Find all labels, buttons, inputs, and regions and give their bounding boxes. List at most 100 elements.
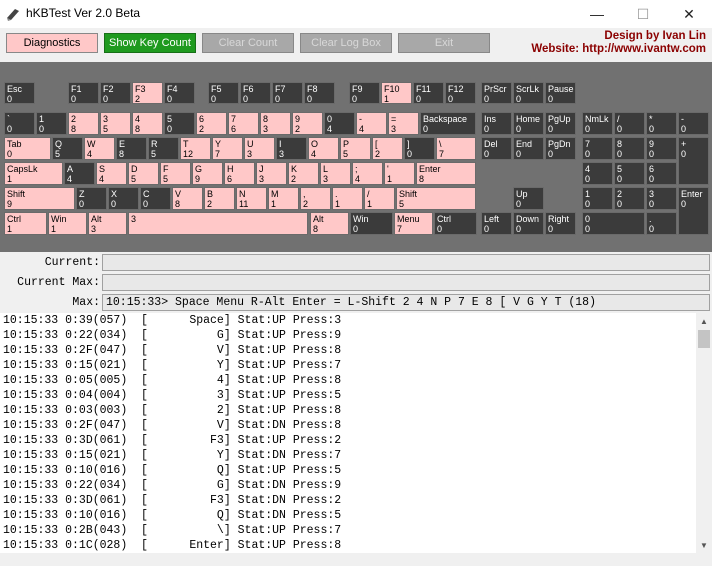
key-count: 0 <box>516 149 522 159</box>
key-f3: F3 2 <box>132 82 163 104</box>
key-9: 90 <box>646 137 677 160</box>
key-label: 2 <box>71 114 77 124</box>
key-label: K <box>291 164 298 174</box>
key-count: 5 <box>55 149 61 159</box>
key-count: 5 <box>131 174 137 184</box>
key-l: L3 <box>320 162 351 185</box>
key-label: R <box>151 139 158 149</box>
key-f6: F6 0 <box>240 82 271 104</box>
keyboard-panel: Esc 0 F1 0 F2 0 F3 2 F4 0 F5 0 F6 0 F7 0 F8 0 F9 0 F10 1 F11 0 F… <box>0 62 712 252</box>
key-label: N <box>239 189 246 199</box>
key-3: 30 <box>646 187 677 210</box>
key-label: Y <box>215 139 222 149</box>
key-label: F11 <box>416 84 431 94</box>
key-pgdn: PgDn 0 <box>545 137 576 160</box>
key-symbol: .1 <box>332 187 363 210</box>
key-count: 1 <box>367 199 373 209</box>
key-label: 4 <box>135 114 141 124</box>
key-symbol: ; 4 <box>352 162 383 185</box>
log-line: 10:15:33 0:3D(061) [ F3] Stat:DN Press:2 <box>3 494 342 507</box>
key-count: 0 <box>7 124 13 134</box>
key-count: 5 <box>399 199 405 209</box>
key-count: 1 <box>271 199 277 209</box>
key-label: F2 <box>103 84 114 94</box>
key-ins: Ins 0 <box>481 112 512 135</box>
key-count: 0 <box>548 149 554 159</box>
key-label: Tab <box>7 139 22 149</box>
key-f10: F10 1 <box>381 82 412 104</box>
key-label: F3 <box>135 84 146 94</box>
key-count: 4 <box>87 149 93 159</box>
key-symbol: ] 0 <box>404 137 435 160</box>
key-count: 1 <box>51 224 57 234</box>
current-label: Current: <box>44 256 100 269</box>
key-label: F <box>163 164 169 174</box>
log-box[interactable]: 10:15:33 0:39(057) [ Space] Stat:UP Pres… <box>0 313 696 553</box>
key-1: 10 <box>36 112 67 135</box>
key-label: 8 <box>617 139 623 149</box>
key-count: 7 <box>439 149 445 159</box>
key-capslk: CapsLk 1 <box>4 162 63 185</box>
key-o: O4 <box>308 137 339 160</box>
key-count: 11 <box>239 199 249 209</box>
key-count: 0 <box>548 124 554 134</box>
key-label: 4 <box>585 164 591 174</box>
key-count: 12 <box>183 149 194 159</box>
key-label: A <box>67 164 74 174</box>
key-symbol: /1 <box>364 187 395 210</box>
key-count: 1 <box>7 224 13 234</box>
key-6: 60 <box>646 162 677 185</box>
scroll-up-icon[interactable]: ▲ <box>696 313 712 329</box>
key-pgup: PgUp 0 <box>545 112 576 135</box>
log-line: 10:15:33 0:1C(028) [ Enter] Stat:UP Pres… <box>3 539 342 552</box>
key-count: 6 <box>231 124 237 134</box>
key-win: Win 0 <box>350 212 393 235</box>
key-label: 0 <box>327 114 333 124</box>
key-label: . <box>649 214 652 224</box>
key-count: 0 <box>585 124 591 134</box>
key-count: 0 <box>39 124 45 134</box>
close-button[interactable]: ✕ <box>666 0 712 28</box>
clear-log-box-button[interactable]: Clear Log Box <box>300 33 392 53</box>
key-count: 9 <box>7 199 13 209</box>
scroll-down-icon[interactable]: ▼ <box>696 537 712 553</box>
key-count: 0 <box>307 94 313 104</box>
key-count: 0 <box>437 224 443 234</box>
key-label: Enter <box>681 189 703 199</box>
log-line: 10:15:33 0:15(021) [ Y] Stat:UP Press:7 <box>3 359 342 372</box>
scroll-thumb[interactable] <box>698 330 710 348</box>
key-p: P5 <box>340 137 371 160</box>
key-symbol: = 3 <box>388 112 419 135</box>
key-4: 48 <box>132 112 163 135</box>
key-esc: Esc 0 <box>4 82 35 104</box>
key-count: 2 <box>199 124 205 134</box>
current-max-label: Current Max: <box>17 276 100 289</box>
key-w: W4 <box>84 137 115 160</box>
key-label: Ins <box>484 114 497 124</box>
key-label: I <box>279 139 282 149</box>
key-count: 0 <box>617 124 623 134</box>
key-count: 0 <box>103 94 109 104</box>
clear-count-button[interactable]: Clear Count <box>202 33 294 53</box>
diagnostics-button[interactable]: Diagnostics <box>6 33 98 53</box>
key-prscr: PrScr 0 <box>481 82 512 104</box>
show-key-count-button[interactable]: Show Key Count <box>104 33 196 53</box>
log-scrollbar[interactable]: ▲ ▼ <box>696 313 712 553</box>
key-label: End <box>516 139 533 149</box>
minimize-button[interactable]: — <box>574 0 620 28</box>
maximize-button[interactable]: ☐ <box>620 0 666 28</box>
key-count: 3 <box>279 149 285 159</box>
key-e: E8 <box>116 137 147 160</box>
key-count: 0 <box>681 124 687 134</box>
key-symbol: -4 <box>356 112 387 135</box>
key-f7: F7 0 <box>272 82 303 104</box>
exit-button[interactable]: Exit <box>398 33 490 53</box>
key-count: 0 <box>167 94 173 104</box>
key-label: W <box>87 139 96 149</box>
key-label: O <box>311 139 319 149</box>
key-k: K2 <box>288 162 319 185</box>
key-label: 9 <box>649 139 655 149</box>
key-label: - <box>359 114 362 124</box>
key-label: F12 <box>448 84 464 94</box>
key-label: M <box>271 189 279 199</box>
